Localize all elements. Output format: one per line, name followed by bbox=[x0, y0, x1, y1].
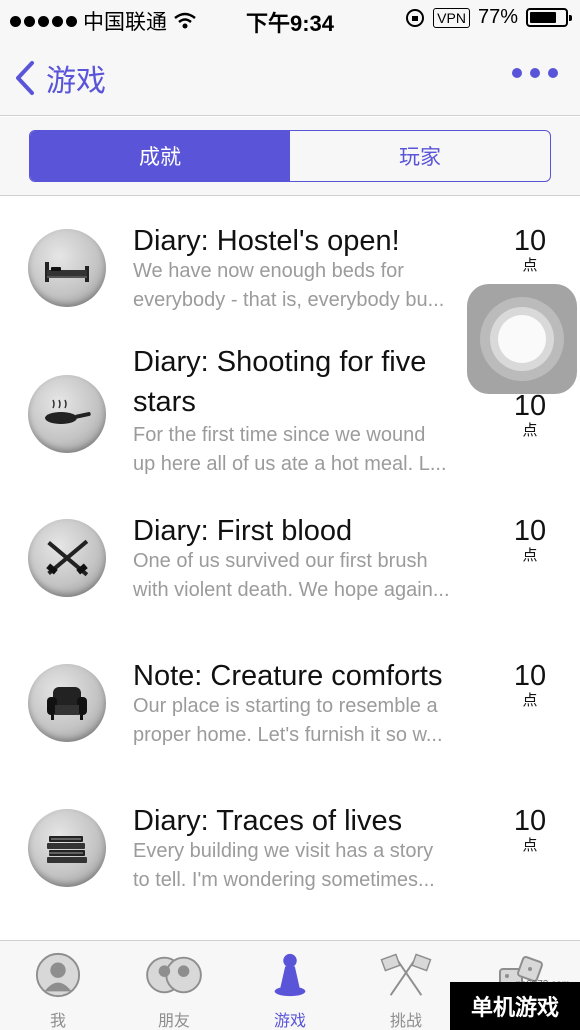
segment-achievements[interactable]: 成就 bbox=[30, 131, 290, 181]
points-unit: 点 bbox=[522, 692, 538, 709]
achievement-title: Note: Creature comforts bbox=[133, 656, 493, 696]
segmented-control: 成就 玩家 bbox=[29, 130, 551, 182]
chevron-left-icon bbox=[16, 61, 34, 95]
achievement-points: 10 点 bbox=[510, 225, 550, 275]
crossed-rifles-icon bbox=[46, 539, 89, 577]
achievement-description: For the first time since we wound up her… bbox=[133, 421, 493, 479]
points-unit: 点 bbox=[522, 257, 538, 274]
tab-label: 我 bbox=[49, 1013, 66, 1030]
title-line: Diary: First blood bbox=[133, 515, 353, 547]
achievement-description: Every building we visit has a story to t… bbox=[133, 837, 493, 895]
desc-line: to tell. I'm wondering sometimes... bbox=[133, 869, 435, 891]
desc-line: Our place is starting to resemble a bbox=[133, 695, 438, 717]
watermark-logo: 单机游戏 bbox=[450, 982, 580, 1030]
points-unit: 点 bbox=[522, 837, 538, 854]
points-value: 10 bbox=[513, 660, 547, 692]
battery-fill bbox=[530, 12, 556, 23]
more-icon bbox=[512, 68, 522, 78]
points-value: 10 bbox=[513, 805, 547, 837]
person-icon bbox=[35, 952, 81, 998]
points-value: 10 bbox=[513, 515, 547, 547]
points-unit: 点 bbox=[522, 547, 538, 564]
points-value: 10 bbox=[513, 225, 547, 257]
bed-icon bbox=[45, 262, 89, 282]
achievement-points: 10 点 bbox=[510, 660, 550, 710]
status-right: VPN 77% bbox=[405, 6, 572, 29]
title-line: stars bbox=[133, 386, 196, 418]
battery-icon bbox=[526, 8, 572, 27]
tab-games[interactable]: 游戏 bbox=[232, 941, 348, 1030]
achievement-points: 10 点 bbox=[510, 515, 550, 565]
books-icon bbox=[47, 836, 87, 863]
list-item[interactable]: Diary: Traces of lives Every building we… bbox=[0, 797, 580, 937]
desc-line: up here all of us ate a hot meal. L... bbox=[133, 453, 447, 475]
achievement-points: 10 点 bbox=[510, 805, 550, 855]
desc-line: proper home. Let's furnish it so w... bbox=[133, 724, 443, 746]
tab-me[interactable]: 我 bbox=[0, 941, 116, 1030]
flags-icon bbox=[380, 953, 432, 996]
achievement-description: One of us survived our first brush with … bbox=[133, 547, 493, 605]
achievement-title: Diary: Shooting for five stars bbox=[133, 342, 493, 422]
points-value: 10 bbox=[513, 390, 547, 422]
status-bar: 中国联通 下午9:34 VPN 77% bbox=[0, 0, 580, 38]
achievement-points: 10 点 bbox=[510, 390, 550, 440]
tab-label: 挑战 bbox=[389, 1013, 422, 1030]
desc-line: One of us survived our first brush bbox=[133, 550, 428, 572]
desc-line: with violent death. We hope again... bbox=[133, 579, 450, 601]
achievement-avatar bbox=[28, 664, 106, 742]
more-button[interactable] bbox=[512, 68, 558, 78]
game-piece-icon bbox=[274, 953, 306, 997]
achievement-avatar bbox=[28, 375, 106, 453]
back-button[interactable]: 游戏 bbox=[14, 56, 106, 100]
navigation-bar: 游戏 bbox=[0, 38, 580, 116]
tab-friends[interactable]: 朋友 bbox=[116, 941, 232, 1030]
desc-line: Every building we visit has a story bbox=[133, 840, 434, 862]
rotation-lock-icon bbox=[406, 8, 425, 27]
title-line: Diary: Traces of lives bbox=[133, 805, 403, 837]
title-line: Diary: Shooting for five bbox=[133, 346, 427, 378]
friends-icon bbox=[146, 956, 202, 994]
tab-challenges[interactable]: 挑战 bbox=[348, 941, 464, 1030]
points-unit: 点 bbox=[522, 422, 538, 439]
tab-label: 朋友 bbox=[157, 1013, 190, 1030]
frying-pan-icon bbox=[45, 399, 91, 424]
desc-line: everybody - that is, everybody bu... bbox=[133, 289, 445, 311]
assistive-touch-icon bbox=[480, 297, 564, 381]
assistive-touch-button[interactable] bbox=[467, 284, 577, 394]
achievement-avatar bbox=[28, 809, 106, 887]
title-line: Note: Creature comforts bbox=[133, 660, 443, 692]
achievement-title: Diary: First blood bbox=[133, 511, 493, 551]
achievement-avatar bbox=[28, 519, 106, 597]
achievement-avatar bbox=[28, 229, 106, 307]
achievement-title: Diary: Hostel's open! bbox=[133, 221, 493, 261]
desc-line: We have now enough beds for bbox=[133, 260, 404, 282]
battery-percent: 77% bbox=[477, 6, 518, 28]
vpn-badge: VPN bbox=[433, 7, 470, 28]
achievement-description: Our place is starting to resemble a prop… bbox=[133, 692, 493, 750]
back-label: 游戏 bbox=[46, 65, 106, 98]
achievement-title: Diary: Traces of lives bbox=[133, 801, 493, 841]
desc-line: For the first time since we wound bbox=[133, 424, 426, 446]
list-item[interactable]: Note: Creature comforts Our place is sta… bbox=[0, 652, 580, 797]
segment-players[interactable]: 玩家 bbox=[290, 131, 550, 181]
list-item[interactable]: Diary: First blood One of us survived ou… bbox=[0, 507, 580, 652]
armchair-icon bbox=[47, 687, 87, 720]
achievement-description: We have now enough beds for everybody - … bbox=[133, 257, 493, 315]
tab-label: 游戏 bbox=[273, 1013, 306, 1030]
title-line: Diary: Hostel's open! bbox=[133, 225, 400, 257]
segment-container: 成就 玩家 bbox=[0, 117, 580, 196]
